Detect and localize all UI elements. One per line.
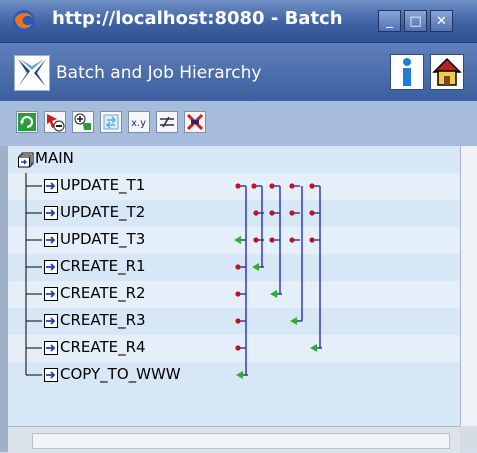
successor-arrow-icon (270, 290, 277, 298)
successor-arrow-icon (234, 236, 241, 244)
predecessor-dot-icon (235, 345, 241, 351)
predecessor-dot-icon (269, 237, 275, 243)
predecessor-dot-icon (289, 183, 295, 189)
predecessor-dot-icon (289, 237, 295, 243)
predecessor-dot-icon (253, 210, 259, 216)
predecessor-dot-icon (269, 183, 275, 189)
predecessor-dot-icon (309, 210, 315, 216)
predecessor-dot-icon (309, 237, 315, 243)
successor-arrow-icon (290, 317, 297, 325)
vertical-scrollbar[interactable] (460, 146, 477, 426)
successor-arrow-icon (310, 344, 317, 352)
successor-arrow-icon (252, 263, 259, 271)
predecessor-dot-icon (309, 183, 315, 189)
predecessor-dot-icon (289, 210, 295, 216)
horizontal-scrollbar[interactable] (8, 426, 460, 453)
predecessor-dot-icon (269, 210, 275, 216)
dependency-graph (234, 183, 322, 379)
scroll-corner (460, 426, 477, 452)
predecessor-dot-icon (235, 318, 241, 324)
successor-arrow-icon (236, 371, 243, 379)
predecessor-dot-icon (253, 237, 259, 243)
horizontal-scroll-thumb[interactable] (32, 433, 450, 449)
predecessor-dot-icon (235, 291, 241, 297)
predecessor-dot-icon (251, 183, 257, 189)
predecessor-dot-icon (235, 183, 241, 189)
predecessor-dot-icon (235, 264, 241, 270)
browser-window: http://localhost:8080 - Batch _ □ ✕ Batc… (0, 0, 477, 453)
